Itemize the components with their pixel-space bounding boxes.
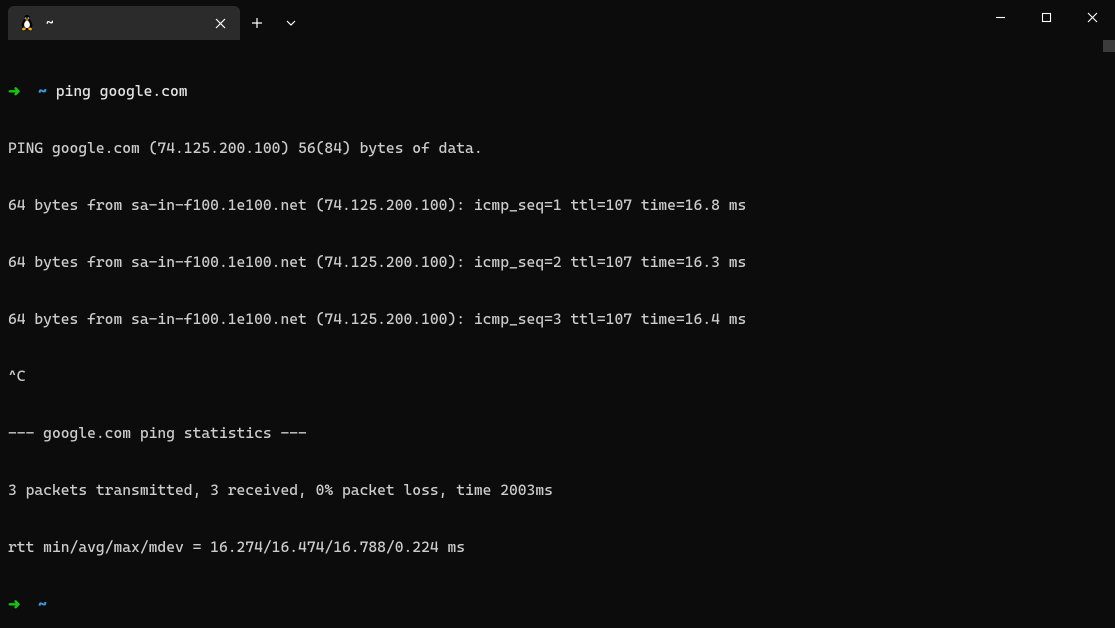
output-line: 64 bytes from sa-in-f100.1e100.net (74.1… (8, 196, 1107, 215)
prompt-cwd: ~ (38, 82, 47, 100)
terminal-body[interactable]: ➜ ~ ping google.com PING google.com (74.… (0, 40, 1115, 628)
output-line: rtt min/avg/max/mdev = 16.274/16.474/16.… (8, 538, 1107, 557)
output-line: ^C (8, 367, 1107, 386)
output-line: 64 bytes from sa-in-f100.1e100.net (74.1… (8, 310, 1107, 329)
prompt-line-2: ➜ ~ (8, 595, 1107, 614)
prompt-line-1: ➜ ~ ping google.com (8, 82, 1107, 101)
tabs-row: ~ (0, 0, 308, 40)
window-controls (977, 0, 1115, 34)
maximize-button[interactable] (1023, 0, 1069, 34)
prompt-cwd: ~ (38, 595, 47, 613)
tux-icon (18, 14, 36, 32)
window-close-button[interactable] (1069, 0, 1115, 34)
command-text: ping google.com (56, 82, 188, 100)
tab-title: ~ (46, 14, 208, 33)
prompt-arrow-icon: ➜ (8, 82, 21, 100)
tab-dropdown-button[interactable] (274, 6, 308, 40)
output-line: PING google.com (74.125.200.100) 56(84) … (8, 139, 1107, 158)
output-line: 3 packets transmitted, 3 received, 0% pa… (8, 481, 1107, 500)
new-tab-button[interactable] (240, 6, 274, 40)
output-line: --- google.com ping statistics --- (8, 424, 1107, 443)
minimize-button[interactable] (977, 0, 1023, 34)
scrollbar-stub[interactable] (1103, 40, 1115, 52)
tab-close-button[interactable] (208, 11, 232, 35)
prompt-arrow-icon: ➜ (8, 595, 21, 613)
window-titlebar: ~ (0, 0, 1115, 40)
output-line: 64 bytes from sa-in-f100.1e100.net (74.1… (8, 253, 1107, 272)
tab-home[interactable]: ~ (8, 6, 240, 40)
